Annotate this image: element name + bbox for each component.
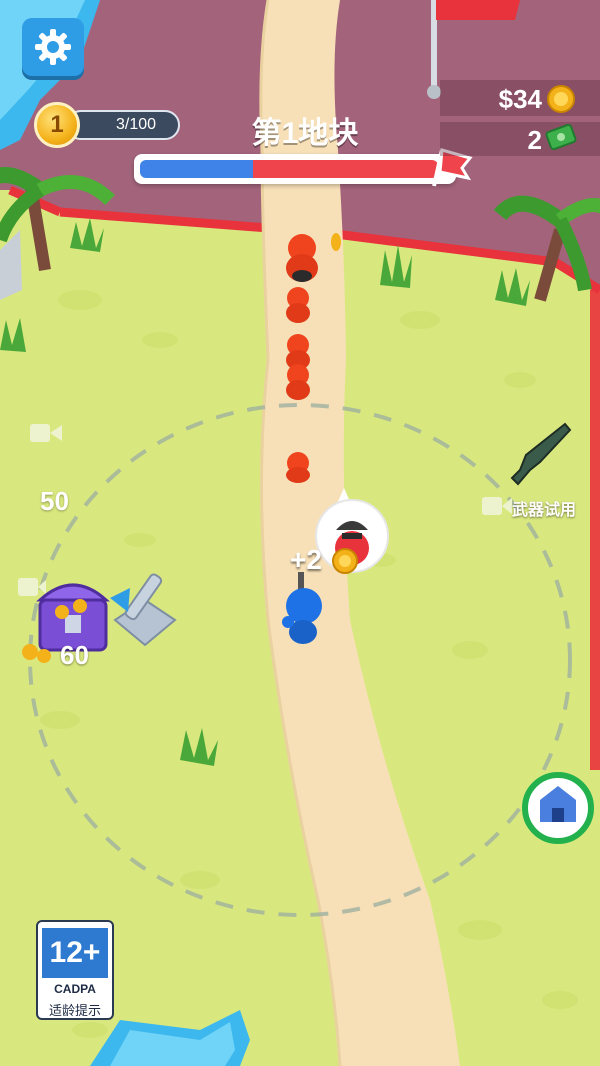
age-rating-tip: 适龄提示 [48,1003,101,1018]
chest-cost-label[interactable]: 60 [60,640,89,671]
age-rating-value: 12+ [42,928,108,978]
enemy-soldier [286,364,310,400]
stage-progress-enemy [253,160,438,178]
level-badge: 1 [34,102,80,148]
weapon-trial-label[interactable]: 武器试用 [512,496,576,520]
enemy-soldier [286,287,310,323]
coin-icon [547,85,575,113]
enemy-soldier [286,452,310,483]
stage-title: 第1地块 [251,117,359,150]
age-rating-org: CADPA [54,982,96,996]
gear-icon [35,29,71,65]
coin-gain-popup: +2 [290,544,322,575]
zone-cost-label: 50 [40,486,69,516]
stage-progress-player [140,160,253,178]
settings-button[interactable] [22,18,84,76]
money-amount: $34 [498,84,542,114]
cash-icon [545,124,577,151]
level-progress-text: 3/100 [115,116,157,133]
cash-amount: 2 [527,125,542,155]
coin-icon [332,548,358,574]
base-icon [522,772,594,844]
